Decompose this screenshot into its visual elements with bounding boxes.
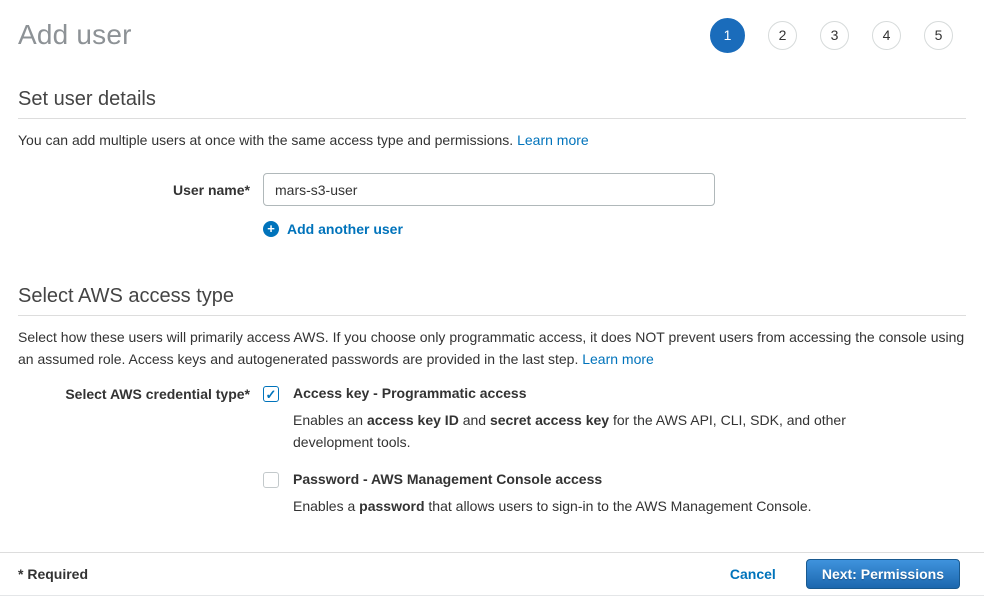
- cancel-button[interactable]: Cancel: [730, 566, 776, 582]
- access-type-intro-text: Select how these users will primarily ac…: [18, 329, 964, 367]
- wizard-step-indicator: 1 2 3 4 5: [710, 18, 966, 53]
- desc-segment-bold: access key ID: [367, 412, 459, 428]
- username-label: User name*: [18, 173, 250, 206]
- plus-icon: +: [263, 221, 279, 237]
- section-access-type: Select AWS access type Select how these …: [18, 285, 966, 517]
- username-input[interactable]: [263, 173, 715, 206]
- section-divider: [18, 315, 966, 316]
- option-password: Password - AWS Management Console access…: [263, 471, 865, 517]
- wizard-step-4: 4: [872, 21, 901, 50]
- desc-segment-bold: secret access key: [490, 412, 609, 428]
- username-form-row: User name*: [18, 173, 966, 206]
- section-heading-access-type: Select AWS access type: [18, 285, 966, 308]
- desc-segment-bold: password: [359, 498, 424, 514]
- section-heading-user-details: Set user details: [18, 88, 966, 111]
- wizard-footer: * Required Cancel Next: Permissions: [0, 552, 984, 596]
- add-user-page: Add user 1 2 3 4 5 Set user details You …: [0, 0, 984, 517]
- add-another-user-button[interactable]: + Add another user: [263, 221, 403, 237]
- access-type-intro: Select how these users will primarily ac…: [18, 326, 966, 370]
- wizard-step-5: 5: [924, 21, 953, 50]
- user-details-intro-text: You can add multiple users at once with …: [18, 132, 517, 148]
- checkmark-icon: ✓: [266, 388, 277, 401]
- access-key-checkbox[interactable]: ✓: [263, 386, 279, 402]
- desc-segment: that allows users to sign-in to the AWS …: [425, 498, 812, 514]
- learn-more-link-access-type[interactable]: Learn more: [582, 351, 654, 367]
- section-divider: [18, 118, 966, 119]
- password-description: Enables a password that allows users to …: [293, 495, 812, 517]
- add-another-user-label: Add another user: [287, 221, 403, 237]
- credential-type-row: Select AWS credential type* ✓ Access key…: [18, 385, 966, 517]
- password-checkbox[interactable]: [263, 472, 279, 488]
- password-title: Password - AWS Management Console access: [293, 471, 812, 487]
- username-field-wrap: [263, 173, 715, 206]
- wizard-step-3: 3: [820, 21, 849, 50]
- next-permissions-button[interactable]: Next: Permissions: [806, 559, 960, 589]
- wizard-step-2: 2: [768, 21, 797, 50]
- credential-options: ✓ Access key - Programmatic access Enabl…: [263, 385, 865, 517]
- desc-segment: Enables a: [293, 498, 359, 514]
- footer-actions: Cancel Next: Permissions: [730, 559, 966, 589]
- access-key-description: Enables an access key ID and secret acce…: [293, 409, 865, 453]
- desc-segment: and: [459, 412, 490, 428]
- option-access-key: ✓ Access key - Programmatic access Enabl…: [263, 385, 865, 453]
- access-key-texts: Access key - Programmatic access Enables…: [293, 385, 865, 453]
- learn-more-link-user-details[interactable]: Learn more: [517, 132, 589, 148]
- password-texts: Password - AWS Management Console access…: [293, 471, 812, 517]
- page-header: Add user 1 2 3 4 5: [18, 0, 966, 56]
- desc-segment: Enables an: [293, 412, 367, 428]
- required-note: * Required: [18, 566, 88, 582]
- page-title: Add user: [18, 19, 132, 51]
- wizard-step-1: 1: [710, 18, 745, 53]
- access-key-title: Access key - Programmatic access: [293, 385, 865, 401]
- section-user-details: Set user details You can add multiple us…: [18, 88, 966, 237]
- credential-type-label: Select AWS credential type*: [18, 385, 250, 517]
- user-details-intro: You can add multiple users at once with …: [18, 129, 966, 151]
